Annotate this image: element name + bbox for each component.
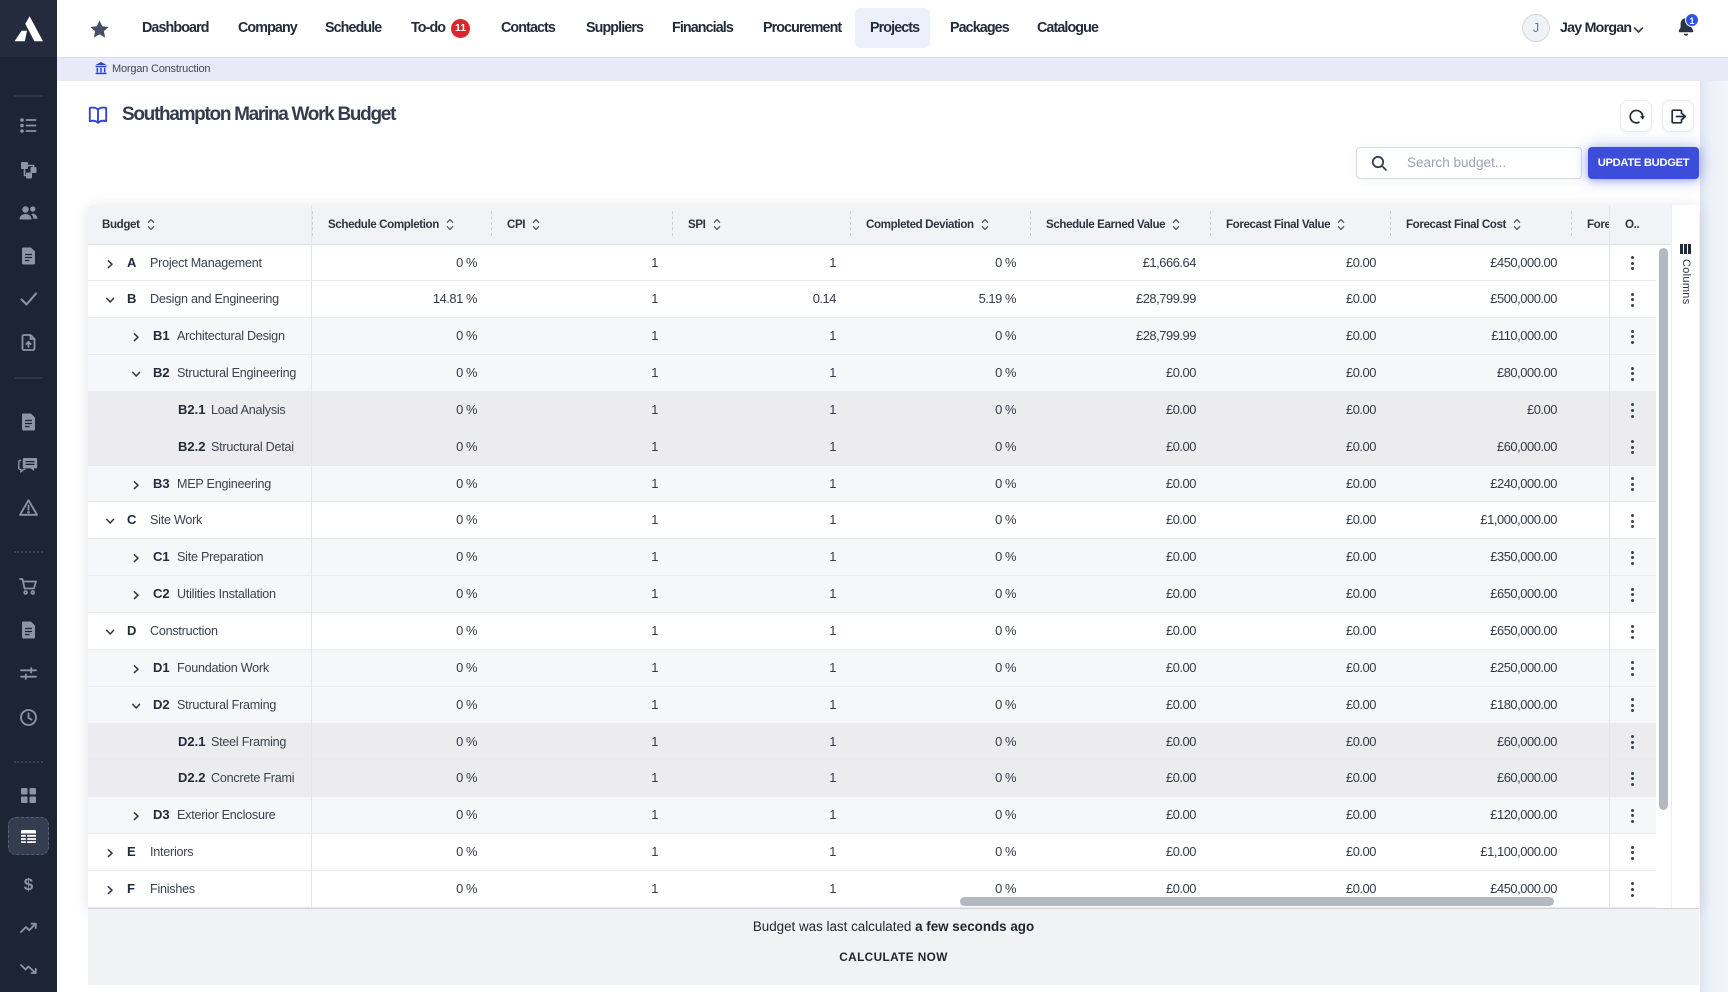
svg-text:$: $ bbox=[24, 875, 34, 894]
